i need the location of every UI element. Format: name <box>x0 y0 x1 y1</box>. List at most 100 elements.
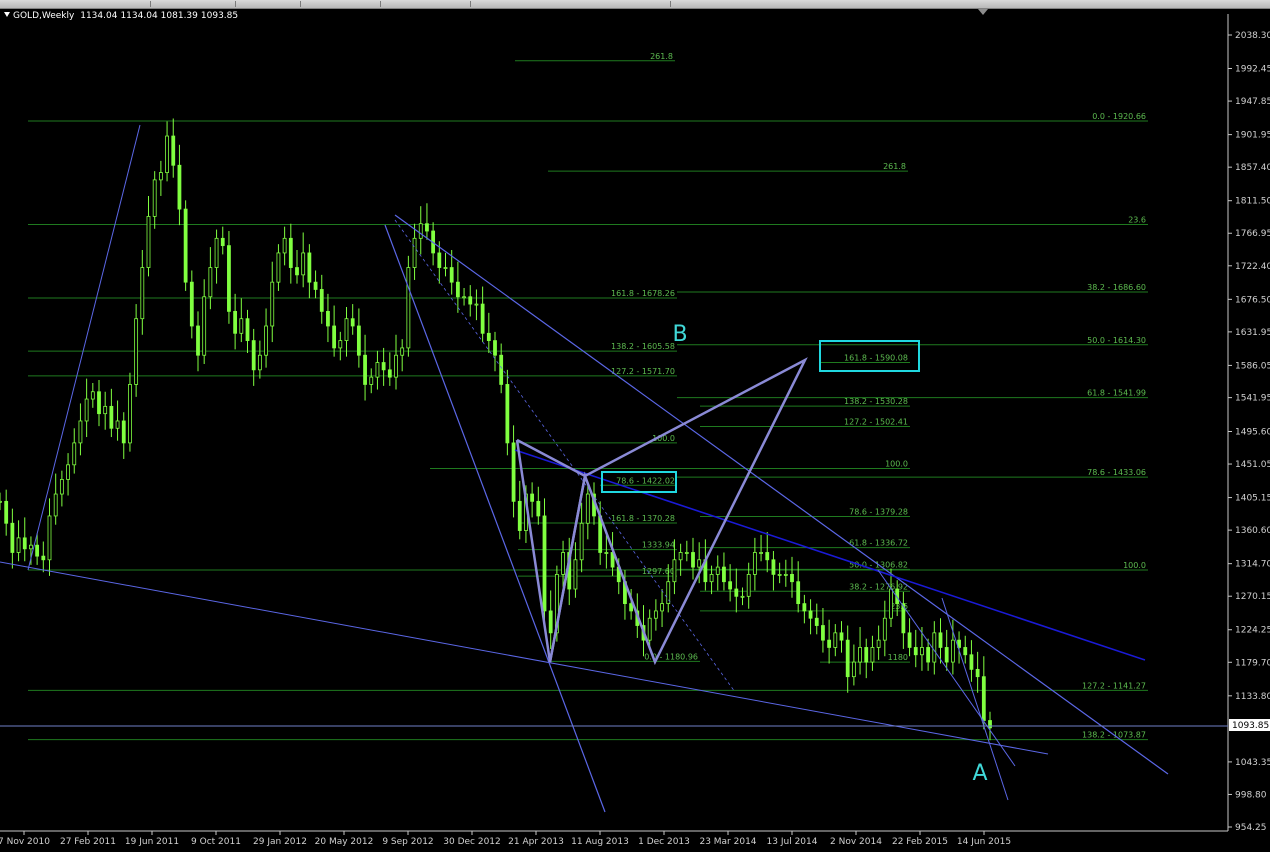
time-tick-label: 9 Sep 2012 <box>382 837 433 847</box>
candle-body <box>926 647 931 663</box>
candle-body <box>41 555 46 561</box>
price-tick-label: 1857.40 <box>1235 163 1270 173</box>
fib-level-label: 78.6 - 1422.02 <box>616 476 675 485</box>
price-tick-label: 1043.35 <box>1235 758 1270 768</box>
candle-body <box>548 610 553 634</box>
candle-body <box>821 625 825 641</box>
fib-level-label: 127.2 - 1141.27 <box>1082 681 1146 690</box>
fib-level-label: 61.8 - 1336.72 <box>849 539 908 548</box>
trendline <box>877 569 1016 767</box>
price-chart[interactable]: 2038.30 1992.45 1947.85 1901.95 1857.40 1811.… <box>0 0 1270 852</box>
candle-body <box>338 340 343 349</box>
candle-body <box>963 647 968 656</box>
pattern-label: A <box>972 761 987 786</box>
candle-body <box>981 676 986 721</box>
candle-body <box>177 164 182 210</box>
fib-level-label: 23.6 <box>1128 215 1146 224</box>
time-tick-label: 22 Feb 2015 <box>892 837 948 847</box>
candle-body <box>165 135 169 173</box>
candle-body <box>10 522 15 553</box>
fib-level-label: 61.8 - 1541.99 <box>1087 389 1146 398</box>
candle-body <box>276 252 281 283</box>
fib-level-label: 161.8 - 1590.08 <box>844 353 908 362</box>
candle-body <box>833 632 838 648</box>
candle-body <box>183 208 188 283</box>
trendline <box>27 124 141 571</box>
fib-level-label: 1333.94 <box>642 541 675 550</box>
candle-body <box>394 354 398 378</box>
price-tick-label: 1224.25 <box>1235 626 1270 636</box>
current-price-label: 1093.85 <box>1232 721 1269 731</box>
trendline <box>514 449 1146 661</box>
candle-body <box>264 325 268 356</box>
candle-body <box>375 362 380 378</box>
candle-body <box>561 552 565 575</box>
time-tick-label: 20 May 2012 <box>315 837 374 847</box>
fib-level-label: 127.2 - 1502.41 <box>844 418 908 427</box>
candle-body <box>78 420 83 444</box>
candle-body <box>876 639 881 648</box>
candle-body <box>734 588 739 597</box>
candle-body <box>746 573 751 597</box>
price-tick-label: 1133.80 <box>1235 692 1270 702</box>
fib-level-label: 38.2 - 1686.60 <box>1087 283 1146 292</box>
fib-level-label: 100.0 <box>885 459 908 468</box>
candle-body <box>66 464 70 480</box>
time-tick-label: 13 Jul 2014 <box>767 837 818 847</box>
price-tick-label: 1811.50 <box>1235 197 1270 207</box>
candle-body <box>301 252 306 276</box>
candle-body <box>59 479 64 495</box>
candle-body <box>647 617 652 641</box>
price-tick-label: 1586.05 <box>1235 361 1270 371</box>
candle-body <box>189 281 194 327</box>
candle-body <box>109 405 114 429</box>
candle-body <box>103 405 108 415</box>
candle-body <box>295 267 299 276</box>
price-tick-label: 1541.95 <box>1235 394 1270 404</box>
candle-body <box>356 325 361 356</box>
candle-body <box>765 552 770 561</box>
fib-level-label: 161.8 - 1370.28 <box>611 514 675 523</box>
candle-body <box>672 559 677 583</box>
fibonacci-levels: 261.8 0.0 - 1920.66 261.8 23.6 161.8 - 1678.… <box>28 52 1148 741</box>
candle-body <box>790 573 794 583</box>
time-tick-label: 21 Apr 2013 <box>508 837 564 847</box>
fib-level-label: 38.2 - 1276.92 <box>849 582 908 591</box>
candle-body <box>697 559 702 568</box>
fib-level-label: 127.2 - 1571.70 <box>611 367 675 376</box>
candle-body <box>400 347 405 356</box>
candle-body <box>808 610 813 619</box>
price-tick-label: 1676.50 <box>1235 295 1270 305</box>
candle-body <box>412 237 417 268</box>
candle-body <box>493 340 497 356</box>
candle-body <box>975 668 980 678</box>
candle-body <box>889 588 893 619</box>
fib-level-label: 100.0 <box>1123 561 1146 570</box>
price-tick-label: 1947.85 <box>1235 97 1270 107</box>
candle-body <box>950 639 955 663</box>
candle-body <box>332 325 337 349</box>
price-tick-label: 1405.15 <box>1235 494 1270 504</box>
candle-body <box>72 442 77 466</box>
candle-body <box>233 310 238 334</box>
fib-level-label: 138.2 - 1605.58 <box>611 342 675 351</box>
candlestick-series <box>0 118 992 741</box>
candle-body <box>864 647 869 663</box>
candle-body <box>536 500 541 517</box>
candle-body <box>443 267 448 269</box>
candle-body <box>437 252 442 268</box>
candle-body <box>140 267 145 320</box>
candle-body <box>969 654 974 670</box>
price-tick-label: 954.25 <box>1235 823 1267 833</box>
candle-body <box>288 237 293 268</box>
price-tick-label: 1992.45 <box>1235 64 1270 74</box>
fib-level-label: 1180 <box>888 653 908 662</box>
price-tick-label: 998.80 <box>1235 790 1267 800</box>
price-tick-label: 1270.15 <box>1235 592 1270 602</box>
candle-body <box>499 354 504 385</box>
candle-body <box>406 267 411 349</box>
fib-level-label: 1297.60 <box>642 567 675 576</box>
candle-body <box>227 245 231 312</box>
candle-body <box>802 603 807 612</box>
time-tick-label: 27 Feb 2011 <box>60 837 116 847</box>
